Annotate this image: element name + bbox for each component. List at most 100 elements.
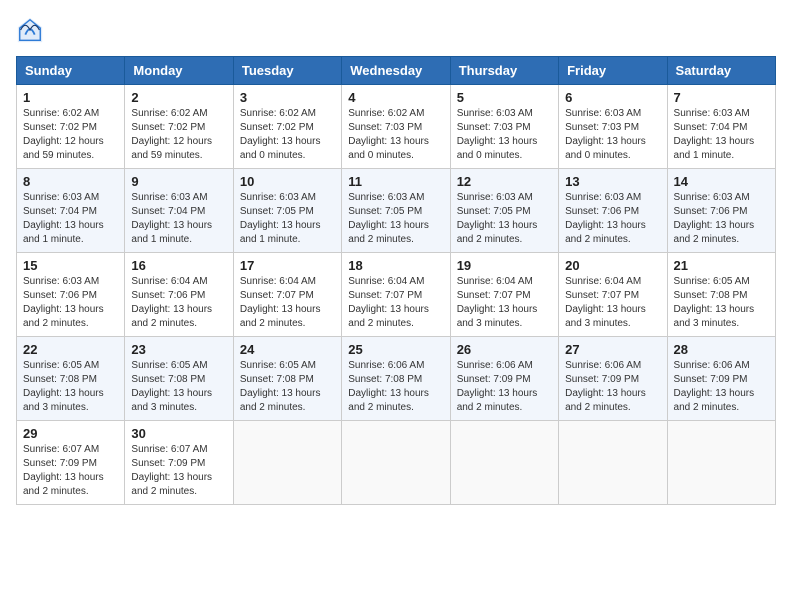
day-number: 23 — [131, 342, 226, 357]
weekday-header-friday: Friday — [559, 57, 667, 85]
day-number: 1 — [23, 90, 118, 105]
calendar-cell: 21 Sunrise: 6:05 AMSunset: 7:08 PMDayligh… — [667, 253, 775, 337]
day-info: Sunrise: 6:03 AMSunset: 7:04 PMDaylight:… — [131, 191, 226, 247]
day-number: 19 — [457, 258, 552, 273]
day-number: 21 — [674, 258, 769, 273]
day-info: Sunrise: 6:04 AMSunset: 7:07 PMDaylight:… — [457, 275, 552, 331]
day-number: 26 — [457, 342, 552, 357]
calendar-cell: 19 Sunrise: 6:04 AMSunset: 7:07 PMDayligh… — [450, 253, 558, 337]
day-number: 9 — [131, 174, 226, 189]
day-info: Sunrise: 6:05 AMSunset: 7:08 PMDaylight:… — [674, 275, 769, 331]
day-info: Sunrise: 6:03 AMSunset: 7:06 PMDaylight:… — [23, 275, 118, 331]
day-number: 12 — [457, 174, 552, 189]
day-number: 4 — [348, 90, 443, 105]
calendar-body: 1 Sunrise: 6:02 AMSunset: 7:02 PMDaylight… — [17, 85, 776, 505]
day-number: 20 — [565, 258, 660, 273]
day-number: 30 — [131, 426, 226, 441]
day-number: 3 — [240, 90, 335, 105]
day-info: Sunrise: 6:02 AMSunset: 7:02 PMDaylight:… — [240, 107, 335, 163]
day-number: 15 — [23, 258, 118, 273]
day-number: 25 — [348, 342, 443, 357]
calendar-week-1: 1 Sunrise: 6:02 AMSunset: 7:02 PMDaylight… — [17, 85, 776, 169]
calendar-cell — [667, 421, 775, 505]
calendar-cell: 5 Sunrise: 6:03 AMSunset: 7:03 PMDaylight… — [450, 85, 558, 169]
day-number: 14 — [674, 174, 769, 189]
calendar-cell: 16 Sunrise: 6:04 AMSunset: 7:06 PMDayligh… — [125, 253, 233, 337]
weekday-header-sunday: Sunday — [17, 57, 125, 85]
weekday-header-tuesday: Tuesday — [233, 57, 341, 85]
calendar-cell: 10 Sunrise: 6:03 AMSunset: 7:05 PMDayligh… — [233, 169, 341, 253]
day-info: Sunrise: 6:03 AMSunset: 7:03 PMDaylight:… — [565, 107, 660, 163]
calendar-cell: 28 Sunrise: 6:06 AMSunset: 7:09 PMDayligh… — [667, 337, 775, 421]
calendar-cell: 1Sunrise: 6:02 AMSunset: 7:02 PMDaylight… — [17, 85, 125, 169]
calendar-cell: 20 Sunrise: 6:04 AMSunset: 7:07 PMDayligh… — [559, 253, 667, 337]
calendar-header: SundayMondayTuesdayWednesdayThursdayFrid… — [17, 57, 776, 85]
day-info: Sunrise: 6:04 AMSunset: 7:07 PMDaylight:… — [565, 275, 660, 331]
calendar-cell: 6 Sunrise: 6:03 AMSunset: 7:03 PMDaylight… — [559, 85, 667, 169]
day-info: Sunrise: 6:06 AMSunset: 7:09 PMDaylight:… — [565, 359, 660, 415]
day-number: 6 — [565, 90, 660, 105]
logo-icon — [16, 16, 44, 44]
calendar-cell: 23 Sunrise: 6:05 AMSunset: 7:08 PMDayligh… — [125, 337, 233, 421]
calendar-cell — [450, 421, 558, 505]
calendar-cell: 2 Sunrise: 6:02 AMSunset: 7:02 PMDaylight… — [125, 85, 233, 169]
day-info: Sunrise: 6:03 AMSunset: 7:05 PMDaylight:… — [240, 191, 335, 247]
calendar-table: SundayMondayTuesdayWednesdayThursdayFrid… — [16, 56, 776, 505]
weekday-header-row: SundayMondayTuesdayWednesdayThursdayFrid… — [17, 57, 776, 85]
calendar-cell: 11 Sunrise: 6:03 AMSunset: 7:05 PMDayligh… — [342, 169, 450, 253]
calendar-week-4: 22 Sunrise: 6:05 AMSunset: 7:08 PMDayligh… — [17, 337, 776, 421]
day-info: Sunrise: 6:02 AMSunset: 7:02 PMDaylight:… — [131, 107, 226, 163]
day-number: 13 — [565, 174, 660, 189]
calendar-cell: 9 Sunrise: 6:03 AMSunset: 7:04 PMDaylight… — [125, 169, 233, 253]
calendar-cell: 12 Sunrise: 6:03 AMSunset: 7:05 PMDayligh… — [450, 169, 558, 253]
day-number: 24 — [240, 342, 335, 357]
weekday-header-saturday: Saturday — [667, 57, 775, 85]
day-info: Sunrise: 6:03 AMSunset: 7:04 PMDaylight:… — [674, 107, 769, 163]
day-info: Sunrise: 6:03 AMSunset: 7:06 PMDaylight:… — [674, 191, 769, 247]
calendar-cell: 27 Sunrise: 6:06 AMSunset: 7:09 PMDayligh… — [559, 337, 667, 421]
calendar-cell: 29 Sunrise: 6:07 AMSunset: 7:09 PMDayligh… — [17, 421, 125, 505]
page-header — [16, 16, 776, 46]
day-number: 29 — [23, 426, 118, 441]
day-number: 28 — [674, 342, 769, 357]
day-number: 8 — [23, 174, 118, 189]
day-number: 27 — [565, 342, 660, 357]
calendar-cell: 18Sunrise: 6:04 AMSunset: 7:07 PMDayligh… — [342, 253, 450, 337]
calendar-cell — [233, 421, 341, 505]
day-number: 10 — [240, 174, 335, 189]
day-info: Sunrise: 6:03 AMSunset: 7:05 PMDaylight:… — [457, 191, 552, 247]
calendar-cell: 26Sunrise: 6:06 AMSunset: 7:09 PMDayligh… — [450, 337, 558, 421]
calendar-cell: 15 Sunrise: 6:03 AMSunset: 7:06 PMDayligh… — [17, 253, 125, 337]
day-info: Sunrise: 6:03 AMSunset: 7:05 PMDaylight:… — [348, 191, 443, 247]
day-info: Sunrise: 6:04 AMSunset: 7:06 PMDaylight:… — [131, 275, 226, 331]
day-number: 5 — [457, 90, 552, 105]
day-info: Sunrise: 6:06 AMSunset: 7:08 PMDaylight:… — [348, 359, 443, 415]
calendar-cell: 13Sunrise: 6:03 AMSunset: 7:06 PMDayligh… — [559, 169, 667, 253]
day-number: 11 — [348, 174, 443, 189]
day-info: Sunrise: 6:03 AMSunset: 7:03 PMDaylight:… — [457, 107, 552, 163]
calendar-cell: 4 Sunrise: 6:02 AMSunset: 7:03 PMDaylight… — [342, 85, 450, 169]
calendar-cell — [342, 421, 450, 505]
day-info: Sunrise: 6:07 AMSunset: 7:09 PMDaylight:… — [23, 443, 118, 499]
day-number: 18 — [348, 258, 443, 273]
calendar-cell: 24Sunrise: 6:05 AMSunset: 7:08 PMDayligh… — [233, 337, 341, 421]
calendar-cell: 17Sunrise: 6:04 AMSunset: 7:07 PMDayligh… — [233, 253, 341, 337]
weekday-header-thursday: Thursday — [450, 57, 558, 85]
calendar-cell: 7Sunrise: 6:03 AMSunset: 7:04 PMDaylight… — [667, 85, 775, 169]
day-number: 2 — [131, 90, 226, 105]
day-info: Sunrise: 6:05 AMSunset: 7:08 PMDaylight:… — [23, 359, 118, 415]
day-info: Sunrise: 6:05 AMSunset: 7:08 PMDaylight:… — [131, 359, 226, 415]
calendar-cell: 14 Sunrise: 6:03 AMSunset: 7:06 PMDayligh… — [667, 169, 775, 253]
day-number: 16 — [131, 258, 226, 273]
calendar-cell: 30Sunrise: 6:07 AMSunset: 7:09 PMDayligh… — [125, 421, 233, 505]
day-info: Sunrise: 6:02 AMSunset: 7:03 PMDaylight:… — [348, 107, 443, 163]
calendar-week-2: 8 Sunrise: 6:03 AMSunset: 7:04 PMDaylight… — [17, 169, 776, 253]
day-number: 22 — [23, 342, 118, 357]
weekday-header-monday: Monday — [125, 57, 233, 85]
calendar-week-3: 15 Sunrise: 6:03 AMSunset: 7:06 PMDayligh… — [17, 253, 776, 337]
day-info: Sunrise: 6:06 AMSunset: 7:09 PMDaylight:… — [674, 359, 769, 415]
calendar-cell: 22 Sunrise: 6:05 AMSunset: 7:08 PMDayligh… — [17, 337, 125, 421]
day-info: Sunrise: 6:03 AMSunset: 7:04 PMDaylight:… — [23, 191, 118, 247]
calendar-week-5: 29 Sunrise: 6:07 AMSunset: 7:09 PMDayligh… — [17, 421, 776, 505]
day-number: 17 — [240, 258, 335, 273]
